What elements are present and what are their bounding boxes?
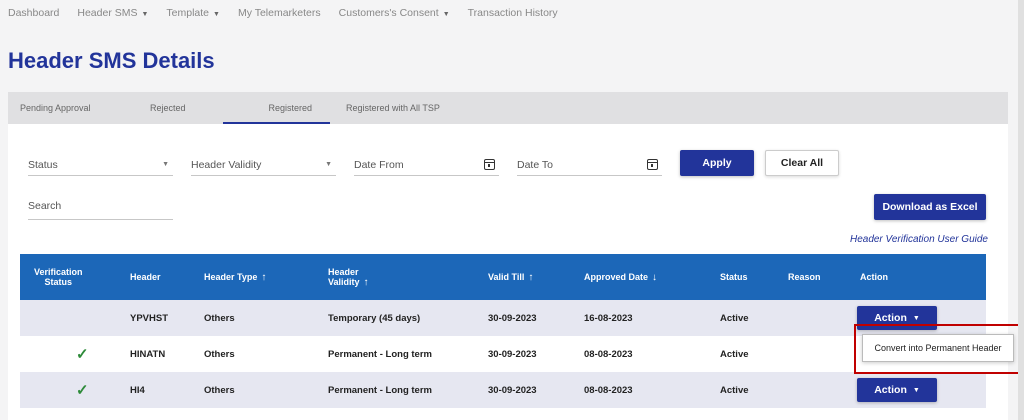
cell-validity: Temporary (45 days) bbox=[328, 312, 421, 324]
status-select[interactable]: Status ▼ bbox=[28, 154, 173, 176]
chevron-down-icon: ▼ bbox=[213, 11, 220, 18]
table-row: ✓ HI4 Others Permanent - Long term 30-09… bbox=[20, 372, 986, 408]
cell-header-type: Others bbox=[204, 348, 235, 360]
col-verification-status: Verification Status bbox=[34, 267, 83, 287]
nav-header-sms[interactable]: Header SMS ▼ bbox=[77, 7, 148, 19]
chevron-down-icon: ▼ bbox=[912, 314, 920, 322]
headers-table: Verification Status Header Header Type ↑ … bbox=[20, 254, 986, 408]
date-to-label: Date To bbox=[517, 158, 553, 171]
table-row: ✓ HINATN Others Permanent - Long term 30… bbox=[20, 336, 986, 372]
sort-up-icon[interactable]: ↑ bbox=[364, 277, 369, 288]
status-select-label: Status bbox=[28, 158, 58, 171]
nav-transaction-history[interactable]: Transaction History bbox=[468, 7, 558, 19]
cell-validity: Permanent - Long term bbox=[328, 348, 432, 360]
cell-header: HINATN bbox=[130, 348, 166, 360]
date-to-input[interactable]: Date To bbox=[517, 154, 662, 176]
calendar-icon[interactable] bbox=[647, 159, 658, 170]
tab-registered[interactable]: Registered bbox=[223, 92, 330, 124]
chevron-down-icon: ▼ bbox=[162, 161, 169, 168]
clear-all-button[interactable]: Clear All bbox=[765, 150, 839, 176]
col-reason: Reason bbox=[788, 272, 821, 282]
verified-check-icon: ✓ bbox=[76, 346, 89, 363]
page-title: Header SMS Details bbox=[8, 48, 215, 73]
date-from-label: Date From bbox=[354, 158, 404, 171]
tab-bar: Pending Approval Rejected Registered Reg… bbox=[8, 92, 1008, 124]
nav-customers-consent[interactable]: Customers's Consent ▼ bbox=[339, 7, 450, 19]
cell-validity: Permanent - Long term bbox=[328, 384, 432, 396]
header-validity-label: Header Validity bbox=[191, 158, 262, 171]
cell-valid-till: 30-09-2023 bbox=[488, 312, 537, 324]
table-row: YPVHST Others Temporary (45 days) 30-09-… bbox=[20, 300, 986, 336]
col-valid-till[interactable]: Valid Till ↑ bbox=[488, 254, 533, 300]
top-nav: Dashboard Header SMS ▼ Template ▼ My Telem… bbox=[0, 0, 1024, 26]
convert-permanent-header-option[interactable]: Convert into Permanent Header bbox=[862, 334, 1014, 362]
col-header-validity[interactable]: Header Validity ↑ bbox=[328, 254, 369, 300]
search-input[interactable]: Search bbox=[28, 200, 173, 220]
cell-header: HI4 bbox=[130, 384, 145, 396]
tab-registered-all-tsp[interactable]: Registered with All TSP bbox=[346, 92, 440, 124]
header-validity-select[interactable]: Header Validity ▼ bbox=[191, 154, 336, 176]
sort-up-icon[interactable]: ↑ bbox=[261, 272, 266, 283]
main-panel: Status ▼ Header Validity ▼ Date From Dat… bbox=[8, 124, 1008, 420]
cell-status: Active bbox=[720, 384, 749, 396]
cell-approved-date: 08-08-2023 bbox=[584, 384, 633, 396]
tab-rejected[interactable]: Rejected bbox=[150, 92, 186, 124]
calendar-icon[interactable] bbox=[484, 159, 495, 170]
date-from-input[interactable]: Date From bbox=[354, 154, 499, 176]
cell-approved-date: 16-08-2023 bbox=[584, 312, 633, 324]
download-excel-button[interactable]: Download as Excel bbox=[874, 194, 986, 220]
chevron-down-icon: ▼ bbox=[325, 161, 332, 168]
action-dropdown-highlight: Convert into Permanent Header bbox=[854, 324, 1022, 374]
col-header: Header bbox=[130, 272, 161, 282]
chevron-down-icon: ▼ bbox=[141, 11, 149, 18]
cell-header: YPVHST bbox=[130, 312, 169, 324]
tab-pending-approval[interactable]: Pending Approval bbox=[20, 92, 91, 124]
cell-valid-till: 30-09-2023 bbox=[488, 348, 537, 360]
search-label: Search bbox=[28, 200, 62, 212]
apply-button[interactable]: Apply bbox=[680, 150, 754, 176]
nav-dashboard[interactable]: Dashboard bbox=[8, 7, 59, 19]
cell-valid-till: 30-09-2023 bbox=[488, 384, 537, 396]
sort-up-icon[interactable]: ↑ bbox=[528, 272, 533, 283]
col-approved-date[interactable]: Approved Date ↓ bbox=[584, 254, 657, 300]
col-header-type[interactable]: Header Type ↑ bbox=[204, 254, 266, 300]
scrollbar[interactable] bbox=[1018, 0, 1024, 420]
user-guide-link[interactable]: Header Verification User Guide bbox=[850, 234, 988, 245]
cell-status: Active bbox=[720, 348, 749, 360]
nav-my-telemarketers[interactable]: My Telemarketers bbox=[238, 7, 321, 19]
sort-down-icon[interactable]: ↓ bbox=[652, 272, 657, 283]
nav-template[interactable]: Template ▼ bbox=[166, 7, 220, 19]
table-header: Verification Status Header Header Type ↑ … bbox=[20, 254, 986, 300]
col-action: Action bbox=[860, 272, 888, 282]
chevron-down-icon: ▼ bbox=[442, 11, 450, 18]
cell-header-type: Others bbox=[204, 384, 235, 396]
verified-check-icon: ✓ bbox=[76, 382, 89, 399]
chevron-down-icon: ▼ bbox=[912, 386, 920, 394]
cell-status: Active bbox=[720, 312, 749, 324]
col-status: Status bbox=[720, 272, 748, 282]
action-button[interactable]: Action ▼ bbox=[857, 378, 937, 402]
cell-header-type: Others bbox=[204, 312, 235, 324]
cell-approved-date: 08-08-2023 bbox=[584, 348, 633, 360]
